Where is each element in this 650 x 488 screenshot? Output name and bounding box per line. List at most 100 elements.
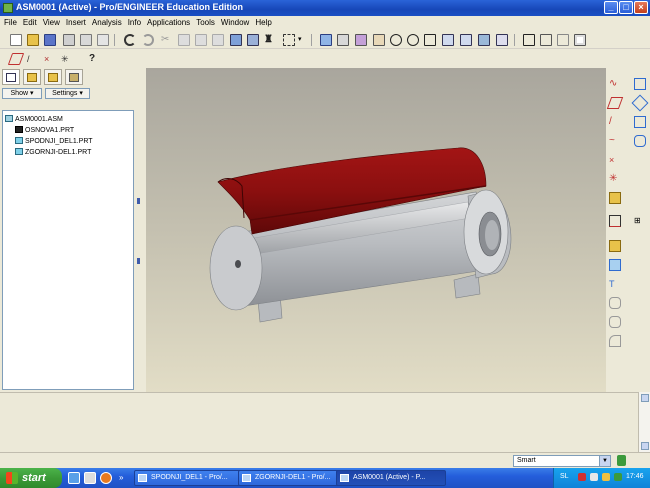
tree-node-assembly[interactable]: ASM0001.ASM bbox=[5, 115, 63, 125]
menu-edit[interactable]: Edit bbox=[20, 16, 40, 29]
menu-applications[interactable]: Applications bbox=[144, 16, 193, 29]
tab-favorites[interactable] bbox=[44, 69, 62, 85]
selection-filter-select[interactable]: Smart bbox=[513, 455, 611, 467]
new-file-icon[interactable] bbox=[10, 34, 22, 46]
tray-security-icon[interactable] bbox=[614, 473, 622, 481]
hole-tool-icon[interactable] bbox=[609, 240, 621, 252]
analysis-feature-icon[interactable] bbox=[609, 192, 621, 204]
no-hidden-icon[interactable] bbox=[557, 34, 569, 46]
taskbar-item-asm0001[interactable]: ASM0001 (Active) - P... bbox=[336, 470, 446, 486]
tree-node-zgornji[interactable]: ZGORNJI-DEL1.PRT bbox=[15, 148, 91, 158]
close-button[interactable]: × bbox=[634, 1, 648, 14]
copy-icon[interactable] bbox=[178, 34, 190, 46]
tab-model-tree[interactable] bbox=[2, 69, 20, 85]
repaint-icon[interactable] bbox=[320, 34, 332, 46]
axis-tool-icon[interactable] bbox=[631, 94, 649, 112]
paste-special-icon[interactable] bbox=[212, 34, 224, 46]
wireframe-icon[interactable] bbox=[523, 34, 535, 46]
view-manager-icon[interactable] bbox=[496, 34, 508, 46]
layers-icon[interactable] bbox=[478, 34, 490, 46]
menu-insert[interactable]: Insert bbox=[63, 16, 89, 29]
start-button[interactable]: start bbox=[0, 468, 62, 488]
open-folder-icon[interactable] bbox=[27, 34, 39, 46]
zoom-in-icon[interactable] bbox=[390, 34, 402, 46]
language-indicator[interactable]: SL bbox=[560, 473, 569, 480]
datum-points-icon[interactable]: × bbox=[44, 53, 56, 65]
email-icon[interactable] bbox=[97, 34, 109, 46]
undo-icon[interactable] bbox=[124, 34, 136, 46]
maximize-button[interactable]: □ bbox=[619, 1, 633, 14]
select-box-icon[interactable] bbox=[283, 34, 295, 46]
chevron-down-icon[interactable]: ▼ bbox=[599, 456, 610, 466]
regenerate-icon[interactable] bbox=[230, 34, 242, 46]
menu-tools[interactable]: Tools bbox=[193, 16, 218, 29]
paste-icon[interactable] bbox=[195, 34, 207, 46]
round-tool-icon[interactable] bbox=[609, 316, 621, 328]
quicklaunch-explorer-icon[interactable] bbox=[68, 472, 80, 484]
print-preview-icon[interactable] bbox=[80, 34, 92, 46]
settings-dropdown[interactable]: Settings ▾ bbox=[45, 88, 90, 99]
coordinate-systems-icon[interactable]: ✳ bbox=[61, 53, 73, 65]
quicklaunch-firefox-icon[interactable] bbox=[100, 472, 112, 484]
tab-connections[interactable] bbox=[65, 69, 83, 85]
tray-network-icon[interactable] bbox=[590, 473, 598, 481]
show-dropdown[interactable]: Show ▾ bbox=[2, 88, 42, 99]
insert-component-icon[interactable] bbox=[609, 215, 621, 227]
tab-folder-browser[interactable] bbox=[23, 69, 41, 85]
right-flange-bore-inner bbox=[485, 220, 499, 250]
panel-splitter[interactable] bbox=[136, 68, 142, 392]
taskbar-item-zgornji[interactable]: ZGORNJI-DEL1 - Pro/... bbox=[238, 470, 342, 486]
menu-file[interactable]: File bbox=[1, 16, 20, 29]
sketch-tool-icon[interactable]: ∿ bbox=[609, 78, 621, 90]
orient-mode-icon[interactable] bbox=[355, 34, 367, 46]
quicklaunch-more-icon[interactable]: » bbox=[119, 472, 125, 484]
context-help-icon[interactable]: ? bbox=[89, 53, 101, 65]
reorient-icon[interactable] bbox=[442, 34, 454, 46]
coordinate-system-tool-icon[interactable]: ✳ bbox=[609, 173, 621, 185]
datum-curve-icon[interactable]: ~ bbox=[609, 135, 621, 147]
cut-icon[interactable]: ✂ bbox=[161, 34, 173, 46]
search-binoculars-icon[interactable]: ♜ bbox=[264, 34, 276, 46]
tray-volume-icon[interactable] bbox=[602, 473, 610, 481]
datum-plane-tool-icon[interactable] bbox=[634, 78, 646, 90]
spin-center-icon[interactable] bbox=[337, 34, 349, 46]
datum-axis-icon[interactable]: / bbox=[609, 116, 621, 128]
redo-icon[interactable] bbox=[142, 34, 154, 46]
taskbar-item-spodnji[interactable]: SPODNJI_DEL1 - Pro/... bbox=[134, 470, 244, 486]
tree-node-osnova[interactable]: OSNOVA1.PRT bbox=[15, 126, 74, 136]
message-scrollbar[interactable] bbox=[638, 392, 650, 452]
minimize-button[interactable]: _ bbox=[604, 1, 618, 14]
hidden-line-icon[interactable] bbox=[540, 34, 552, 46]
saved-views-icon[interactable] bbox=[460, 34, 472, 46]
menu-info[interactable]: Info bbox=[125, 16, 144, 29]
menu-analysis[interactable]: Analysis bbox=[89, 16, 125, 29]
pan-hand-icon[interactable] bbox=[373, 34, 385, 46]
menu-window[interactable]: Window bbox=[218, 16, 252, 29]
refit-icon[interactable] bbox=[424, 34, 436, 46]
revolve-tool-icon[interactable] bbox=[634, 135, 646, 147]
create-component-icon[interactable]: ⊞ bbox=[634, 215, 646, 227]
quicklaunch-media-icon[interactable] bbox=[84, 472, 96, 484]
extrude-tool-icon[interactable] bbox=[634, 116, 646, 128]
select-dropdown-icon[interactable]: ▾ bbox=[298, 34, 310, 46]
menu-view[interactable]: View bbox=[40, 16, 63, 29]
shell-tool-icon[interactable] bbox=[609, 259, 621, 271]
draft-tool-icon[interactable] bbox=[609, 297, 621, 309]
scroll-up-icon[interactable] bbox=[641, 394, 649, 402]
datum-planes-icon[interactable] bbox=[7, 53, 25, 65]
graphics-viewport[interactable] bbox=[146, 68, 606, 392]
save-icon[interactable] bbox=[44, 34, 56, 46]
datum-point-icon[interactable]: × bbox=[609, 154, 621, 166]
scroll-down-icon[interactable] bbox=[641, 442, 649, 450]
shading-icon[interactable] bbox=[574, 34, 586, 46]
rib-tool-icon[interactable]: T bbox=[609, 278, 621, 290]
tree-node-spodnji[interactable]: SPODNJI_DEL1.PRT bbox=[15, 137, 93, 147]
menu-help[interactable]: Help bbox=[252, 16, 274, 29]
model-tree-icon[interactable] bbox=[247, 34, 259, 46]
chamfer-tool-icon[interactable] bbox=[609, 335, 621, 347]
tray-app-icon[interactable] bbox=[578, 473, 586, 481]
datum-axes-icon[interactable]: / bbox=[27, 53, 39, 65]
zoom-out-icon[interactable] bbox=[407, 34, 419, 46]
print-icon[interactable] bbox=[63, 34, 75, 46]
plane-tool-icon[interactable] bbox=[606, 97, 624, 109]
